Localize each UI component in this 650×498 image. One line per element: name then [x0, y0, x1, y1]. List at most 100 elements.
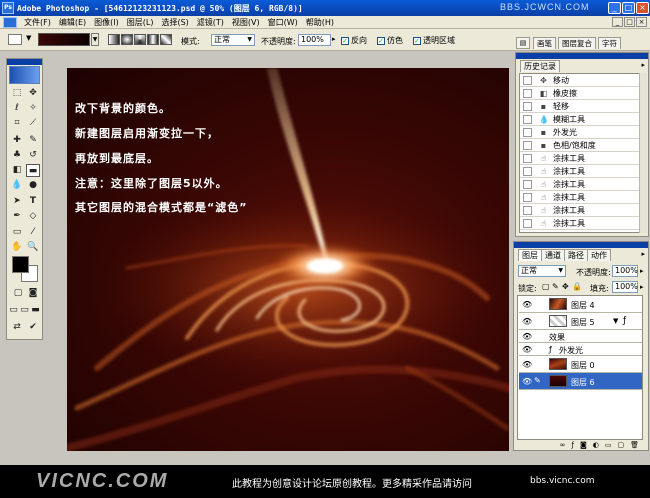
palette-well-icon[interactable]: ▤: [516, 37, 530, 49]
tab-channels[interactable]: 通道: [541, 249, 565, 261]
menu-help[interactable]: 帮助(H): [302, 17, 338, 28]
blur-tool-icon[interactable]: 💧: [10, 179, 24, 192]
history-source-checkbox[interactable]: [523, 206, 532, 215]
clone-stamp-tool-icon[interactable]: ♣: [10, 149, 24, 162]
gradient-preview[interactable]: [38, 33, 90, 46]
move-tool-icon[interactable]: ✥: [26, 87, 40, 100]
opacity-input[interactable]: 100%: [298, 34, 331, 46]
new-group-icon[interactable]: ▭: [605, 441, 612, 450]
tab-paths[interactable]: 路径: [564, 249, 588, 261]
zoom-tool-icon[interactable]: 🔍: [26, 241, 40, 254]
visibility-eye-icon[interactable]: 👁: [522, 317, 532, 326]
lock-image-icon[interactable]: ✎: [552, 282, 559, 291]
new-adjustment-icon[interactable]: ◐: [593, 441, 599, 450]
history-item[interactable]: ☝ 涂抹工具: [520, 191, 644, 204]
layers-menu-icon[interactable]: ▸: [641, 250, 645, 258]
shape-tool-icon[interactable]: ◇: [26, 210, 40, 223]
eraser-tool-icon[interactable]: ◧: [10, 164, 24, 177]
screen-mode-full-icon[interactable]: ▬: [30, 304, 41, 317]
history-source-checkbox[interactable]: [523, 180, 532, 189]
history-item[interactable]: ☝ 涂抹工具: [520, 178, 644, 191]
visibility-eye-icon[interactable]: 👁: [522, 360, 532, 369]
crop-tool-icon[interactable]: ⌗: [10, 117, 24, 130]
layer-effect-row[interactable]: 👁 ƒ 外发光: [519, 343, 642, 356]
gradient-tool-icon[interactable]: ▬: [26, 164, 40, 177]
app-menu-icon[interactable]: [3, 16, 17, 28]
toolbox-titlebar[interactable]: [7, 59, 42, 65]
type-tool-icon[interactable]: T: [26, 195, 40, 208]
brush-link-icon[interactable]: ✎: [534, 376, 541, 385]
history-item[interactable]: ▪ 外发光: [520, 126, 644, 139]
history-source-checkbox[interactable]: [523, 102, 532, 111]
gradient-picker-arrow-icon[interactable]: ▼: [91, 33, 99, 46]
fill-input[interactable]: 100%: [612, 281, 638, 293]
screen-mode-full-menu-icon[interactable]: ▭: [19, 304, 30, 317]
doc-restore-icon[interactable]: □: [624, 17, 635, 27]
history-menu-icon[interactable]: ▸: [641, 61, 645, 69]
layer-row[interactable]: 👁 图层 4: [519, 296, 642, 313]
tab-actions[interactable]: 动作: [587, 249, 611, 261]
checkmark-icon[interactable]: ✔: [26, 321, 40, 334]
history-source-checkbox[interactable]: [523, 115, 532, 124]
reflected-gradient-icon[interactable]: [147, 34, 159, 45]
history-source-checkbox[interactable]: [523, 154, 532, 163]
adobe-online-logo-icon[interactable]: [9, 66, 40, 84]
history-scrollbar[interactable]: [639, 73, 647, 233]
tab-layers[interactable]: 图层: [518, 249, 542, 261]
layers-panel-titlebar[interactable]: [514, 242, 648, 248]
doc-minimize-icon[interactable]: _: [612, 17, 623, 27]
blend-mode-select[interactable]: 正常 ▼: [518, 265, 566, 277]
effects-expand-icon[interactable]: ▼: [613, 317, 618, 325]
reverse-checkbox[interactable]: ✓: [341, 36, 349, 45]
add-layer-style-icon[interactable]: ƒ: [571, 441, 573, 450]
healing-brush-tool-icon[interactable]: ✚: [10, 134, 24, 147]
hand-tool-icon[interactable]: ✋: [10, 241, 24, 254]
linear-gradient-icon[interactable]: [108, 34, 120, 45]
layer-effects-row[interactable]: 👁 效果: [519, 330, 642, 343]
dither-checkbox[interactable]: ✓: [377, 36, 385, 45]
foreground-color-front[interactable]: [12, 256, 29, 273]
visibility-eye-icon[interactable]: 👁: [522, 300, 532, 309]
standard-mode-icon[interactable]: ▢: [11, 287, 25, 300]
screen-mode-standard-icon[interactable]: ▭: [8, 304, 19, 317]
eyedropper-tool-icon[interactable]: ⁄: [26, 226, 40, 239]
layer-row[interactable]: 👁 图层 5 ▼ ƒ: [519, 313, 642, 330]
menu-layer[interactable]: 图层(L): [123, 17, 158, 28]
visibility-eye-icon[interactable]: 👁: [522, 332, 532, 341]
diamond-gradient-icon[interactable]: [160, 34, 172, 45]
history-item[interactable]: ✥ 移动: [520, 74, 644, 87]
history-source-checkbox[interactable]: [523, 219, 532, 228]
layer-row[interactable]: 👁 图层 0: [519, 356, 642, 373]
notes-tool-icon[interactable]: ▭: [10, 226, 24, 239]
fill-arrow-icon[interactable]: ▸: [640, 283, 644, 291]
layer-row-selected[interactable]: 👁 ✎ 图层 6: [519, 373, 642, 390]
layer-opacity-input[interactable]: 100%: [612, 265, 638, 277]
link-layers-icon[interactable]: ∞: [560, 441, 566, 450]
history-item[interactable]: ☝ 涂抹工具: [520, 204, 644, 217]
menu-window[interactable]: 窗口(W): [264, 17, 302, 28]
marquee-tool-icon[interactable]: ⬚: [10, 87, 24, 100]
opacity-arrow-icon[interactable]: ▸: [332, 35, 336, 43]
menu-edit[interactable]: 编辑(E): [55, 17, 90, 28]
add-mask-icon[interactable]: ◙: [580, 441, 587, 450]
history-item[interactable]: ☝ 涂抹工具: [520, 165, 644, 178]
history-item[interactable]: ☝ 涂抹工具: [520, 152, 644, 165]
history-source-checkbox[interactable]: [523, 193, 532, 202]
doc-close-icon[interactable]: ×: [636, 17, 647, 27]
angle-gradient-icon[interactable]: [134, 34, 146, 45]
menu-file[interactable]: 文件(F): [20, 17, 55, 28]
menu-select[interactable]: 选择(S): [157, 17, 192, 28]
tool-preset-arrow-icon[interactable]: ▼: [26, 34, 31, 42]
tab-history[interactable]: 历史记录: [520, 60, 560, 72]
dodge-tool-icon[interactable]: ●: [26, 179, 40, 192]
history-item[interactable]: ▪ 轻移: [520, 100, 644, 113]
visibility-eye-icon[interactable]: 👁: [522, 377, 532, 386]
history-item[interactable]: 💧 模糊工具: [520, 113, 644, 126]
history-item[interactable]: ☝ 涂抹工具: [520, 217, 644, 230]
brush-tool-icon[interactable]: ✎: [26, 134, 40, 147]
palette-tab-layer-comps[interactable]: 图层复合: [558, 37, 596, 49]
menu-image[interactable]: 图像(I): [90, 17, 123, 28]
lasso-tool-icon[interactable]: ℓ: [10, 102, 24, 115]
close-icon[interactable]: ×: [636, 2, 649, 14]
lock-all-icon[interactable]: 🔒: [572, 282, 582, 291]
